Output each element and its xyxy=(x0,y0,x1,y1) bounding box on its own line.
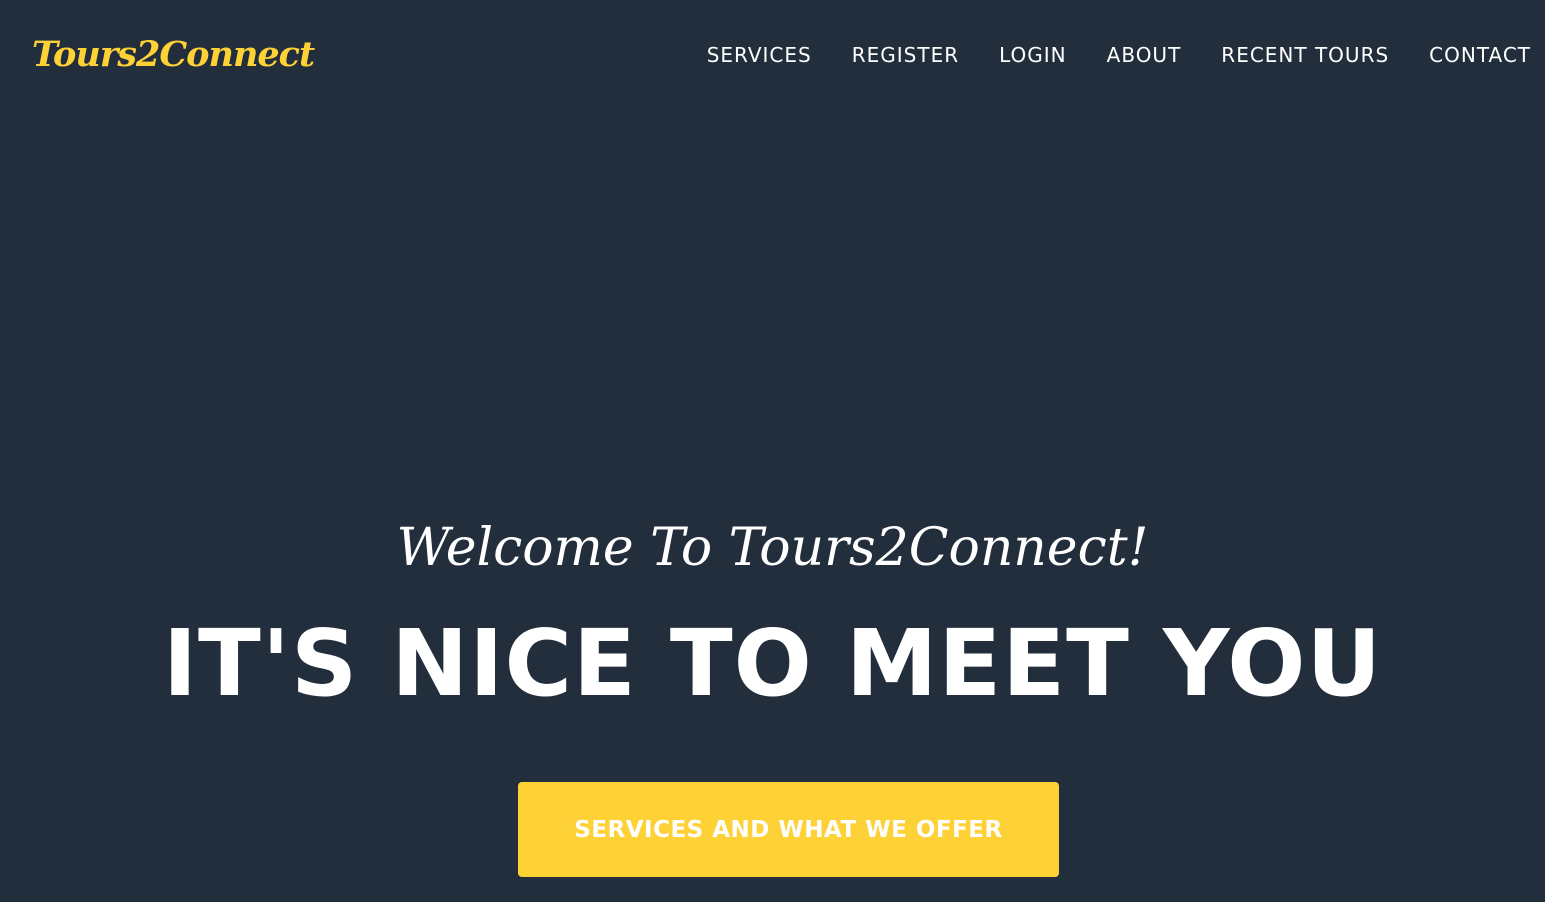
nav-link-services[interactable]: SERVICES xyxy=(707,38,812,72)
nav-link-contact[interactable]: CONTACT xyxy=(1429,38,1531,72)
nav-link-recent-tours[interactable]: RECENT TOURS xyxy=(1221,38,1389,72)
nav-link-register[interactable]: REGISTER xyxy=(852,38,959,72)
nav-link-about[interactable]: ABOUT xyxy=(1107,38,1182,72)
services-cta-button[interactable]: SERVICES AND WHAT WE OFFER xyxy=(518,782,1059,877)
top-navbar: Tours2Connect SERVICES REGISTER LOGIN AB… xyxy=(0,0,1545,110)
nav-menu: SERVICES REGISTER LOGIN ABOUT RECENT TOU… xyxy=(707,38,1531,72)
brand-logo-link[interactable]: Tours2Connect xyxy=(32,30,315,80)
nav-link-login[interactable]: LOGIN xyxy=(999,38,1067,72)
hero-heading: IT'S NICE TO MEET YOU xyxy=(162,610,1383,717)
hero-subheading: Welcome To Tours2Connect! xyxy=(396,518,1149,578)
